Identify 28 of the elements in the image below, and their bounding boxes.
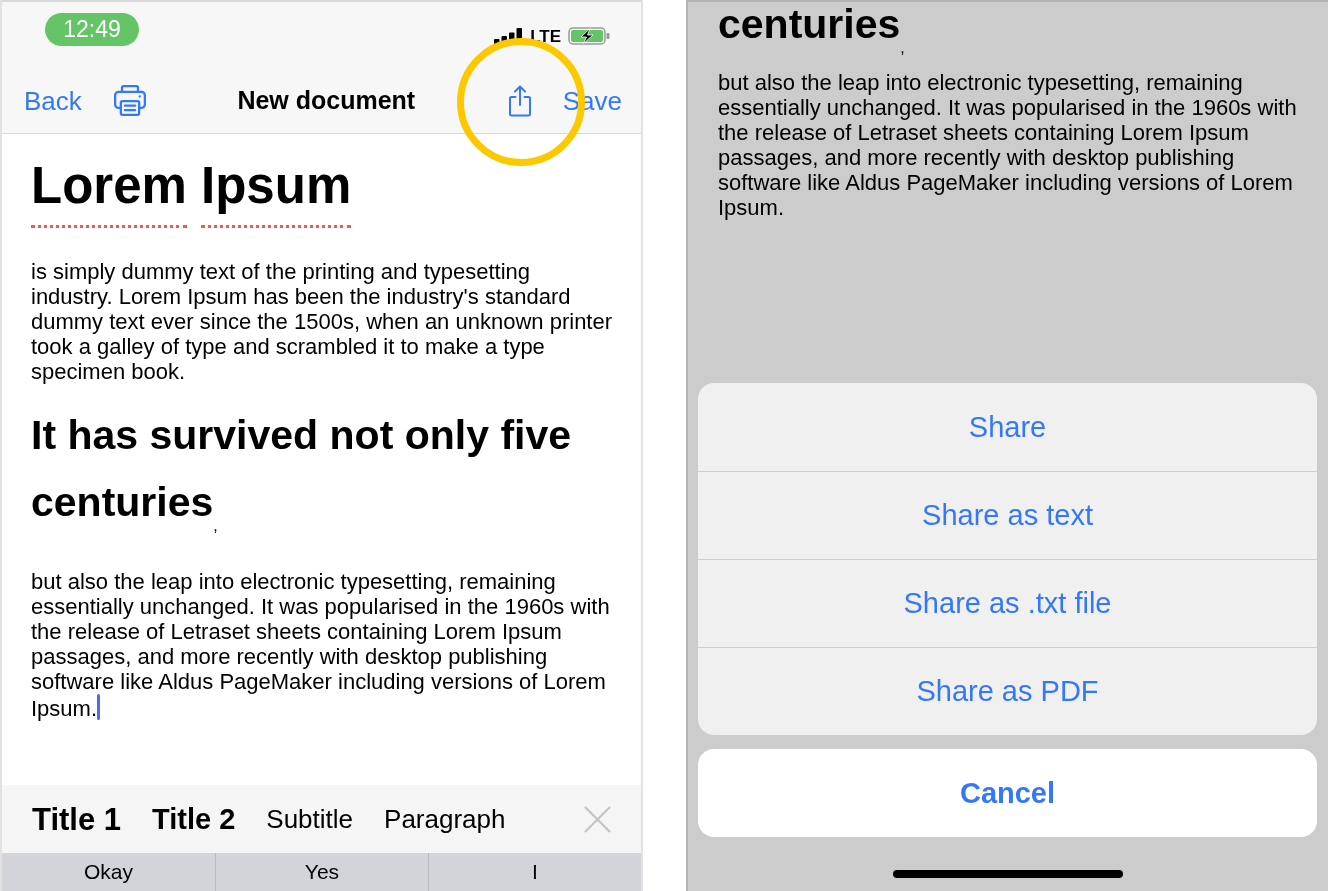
share-option[interactable]: Share as text <box>698 471 1317 559</box>
share-icon <box>506 84 533 117</box>
stray-comma: , <box>900 39 905 56</box>
format-style-option[interactable]: Title 2 <box>152 804 236 834</box>
screen-title: New document <box>236 88 417 113</box>
body-paragraph: but also the leap into electronic typesetting, remaining essentially unchanged. It was popularised in the 1960s with the release of Letraset sheets containing Lorem Ipsum passages, and more recently with desktop publishing software like Aldus PageMaker including versions of Lorem Ipsum. <box>31 569 610 721</box>
suggestion-option[interactable]: I <box>428 853 641 891</box>
suggestion-option[interactable]: Yes <box>215 853 428 891</box>
close-icon <box>584 805 611 833</box>
body-paragraph: is simply dummy text of the printing and typesetting industry. Lorem Ipsum has been the industry's standard dummy text ever since the 1500s, when an unknown printer took a galley of type and scrambled it to make a type specimen book. <box>31 259 613 384</box>
signal-bars-icon <box>494 27 524 45</box>
body-paragraph: but also the leap into electronic typesetting, remaining essentially unchanged. It was popularised in the 1960s with the release of Letraset sheets containing Lorem Ipsum passages, and more recently with desktop publishing software like Aldus PageMaker including versions of Lorem Ipsum. <box>718 70 1297 220</box>
format-style-option[interactable]: Paragraph <box>384 806 506 832</box>
status-time: 12:49 <box>45 13 139 46</box>
share-option[interactable]: Share as .txt file <box>698 559 1317 647</box>
printer-icon <box>113 85 146 116</box>
share-button[interactable] <box>506 84 533 117</box>
share-option[interactable]: Share <box>698 383 1317 471</box>
format-style-option[interactable]: Title 1 <box>32 803 122 835</box>
back-button[interactable]: Back <box>24 87 82 114</box>
battery-charging-icon <box>568 27 610 45</box>
print-button[interactable] <box>113 85 146 116</box>
cancel-button[interactable]: Cancel <box>698 749 1317 837</box>
format-style-option[interactable]: Subtitle <box>266 806 354 832</box>
share-option[interactable]: Share as PDF <box>698 647 1317 735</box>
suggestion-option[interactable]: Okay <box>2 853 215 891</box>
document-title: Lorem Ipsum <box>31 157 352 228</box>
section-heading: centuries <box>718 2 901 47</box>
